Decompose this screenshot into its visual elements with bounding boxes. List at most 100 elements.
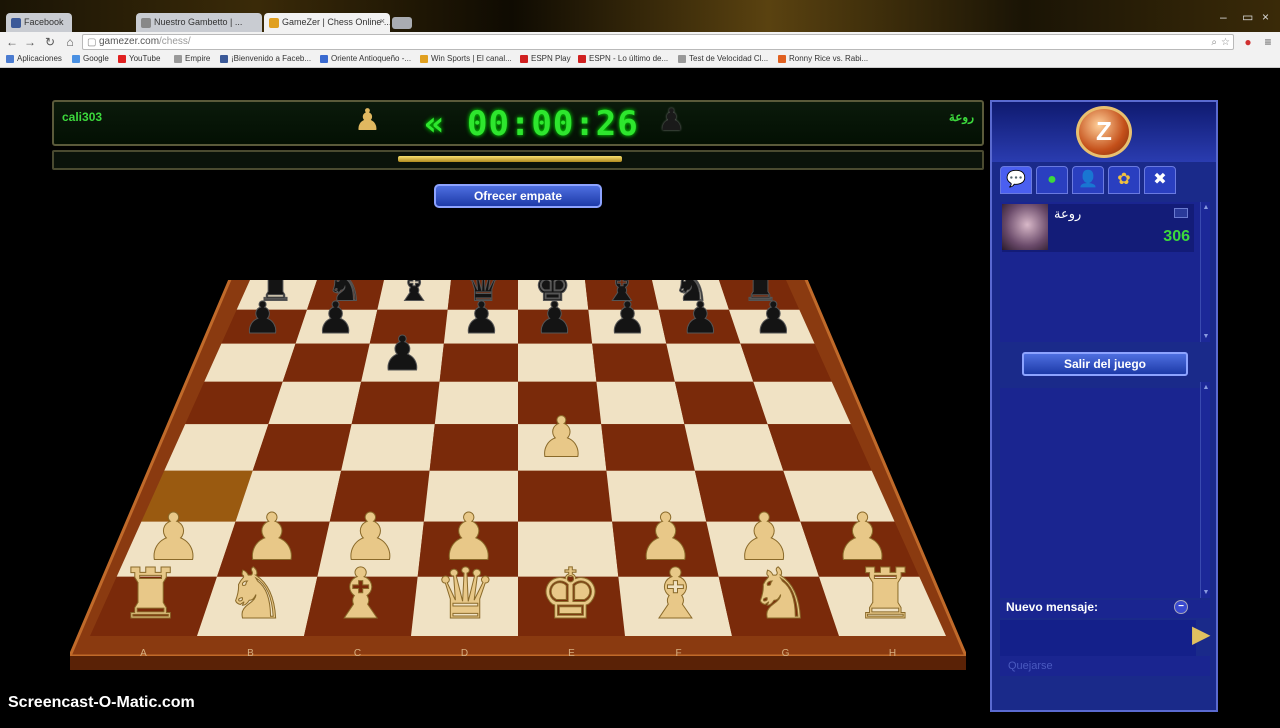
facebook-favicon-icon: [11, 18, 21, 28]
page-icon: [678, 55, 686, 63]
board-edge: [70, 656, 966, 670]
bookmark-item[interactable]: Aplicaciones: [6, 54, 62, 63]
menu-icon[interactable]: ≡: [1260, 35, 1276, 49]
tab-friends[interactable]: ✿: [1108, 166, 1140, 194]
offer-draw-button[interactable]: Ofrecer empate: [434, 184, 602, 208]
page-icon: [174, 55, 182, 63]
black-pawn-icon[interactable]: ♟: [461, 293, 501, 345]
bookmark-item[interactable]: ESPN Play: [520, 54, 571, 63]
scroll-up-icon[interactable]: ▲: [1201, 384, 1211, 391]
black-pawn-icon[interactable]: ♟: [315, 293, 355, 345]
white-bishop-icon[interactable]: ♝: [329, 552, 393, 635]
black-bishop-icon[interactable]: ♝: [395, 280, 433, 311]
bookmark-item[interactable]: ¡Bienvenido a Faceb...: [220, 54, 311, 63]
board-square[interactable]: [518, 470, 613, 522]
maximize-icon[interactable]: ▭: [1242, 10, 1253, 24]
opponent-card[interactable]: روعة 306: [1002, 204, 1194, 252]
tab-label: Nuestro Gambetto | ...: [154, 17, 243, 27]
white-queen-icon[interactable]: ♛: [434, 552, 498, 635]
player-list-scrollbar[interactable]: ▲ ▼: [1200, 202, 1210, 342]
white-bishop-icon[interactable]: ♝: [644, 552, 708, 635]
chat-scrollbar[interactable]: ▲ ▼: [1200, 382, 1210, 598]
bookmark-item[interactable]: ESPN - Lo último de...: [578, 54, 668, 63]
board-square[interactable]: [351, 381, 440, 425]
white-king-icon[interactable]: ♚: [539, 552, 603, 635]
new-message-label: Nuevo mensaje: −: [1000, 600, 1210, 618]
board-square[interactable]: [684, 424, 784, 471]
bookmark-item[interactable]: Test de Velocidad Cl...: [678, 54, 768, 63]
home-icon[interactable]: ⌂: [62, 35, 78, 49]
white-knight-icon[interactable]: ♞: [224, 552, 288, 635]
avatar: [1002, 204, 1048, 250]
scroll-down-icon[interactable]: ▼: [1201, 333, 1211, 340]
black-pawn-icon[interactable]: ♟: [607, 293, 647, 345]
browser-tab[interactable]: Facebook: [6, 13, 72, 32]
bookmark-star-icon[interactable]: ☆: [1221, 37, 1230, 48]
black-pawn-icon[interactable]: ♟: [380, 325, 424, 382]
page-icon: [320, 55, 328, 63]
board-square[interactable]: [268, 381, 362, 425]
watermark: Screencast-O-Matic.com: [8, 694, 195, 711]
white-knight-icon[interactable]: ♞: [748, 552, 812, 635]
board-square[interactable]: [596, 381, 685, 425]
board-square[interactable]: [601, 424, 695, 471]
white-pawn-icon: ♟: [354, 104, 381, 137]
side-panel: Z 💬 ● 👤 ✿ ✖ روعة 306 ▲ ▼ Salir del juego…: [990, 100, 1218, 712]
black-pawn-icon[interactable]: ♟: [534, 293, 574, 345]
bookmark-item[interactable]: YouTube: [118, 54, 160, 63]
scroll-up-icon[interactable]: ▲: [1201, 204, 1211, 211]
extension-icon[interactable]: ●: [1240, 35, 1256, 49]
search-icon[interactable]: ⌕: [1211, 37, 1217, 48]
white-rook-icon[interactable]: ♜: [119, 552, 183, 635]
tab-label: Facebook: [24, 17, 64, 27]
tab-chat[interactable]: 💬: [1000, 166, 1032, 194]
page-icon: [778, 55, 786, 63]
new-tab-button[interactable]: [392, 17, 412, 29]
address-bar[interactable]: ▢ gamezer.com/chess/ ⌕ ☆: [82, 34, 1234, 50]
bookmark-item[interactable]: Ronny Rice vs. Rabi...: [778, 54, 868, 63]
chess-board[interactable]: A B C D E F G H♜ ♞ ♝ ♛ ♚ ♝ ♞ ♜♟ ♟ ♟ ♟ ♟ ♟ ♟♟♟♟ ♟ ♟ ♟ ♟ ♟ ♟♜ ♞ ♝ ♛ ♚ ♝ ♞ ♜: [70, 280, 966, 728]
browser-toolbar: ← → ↻ ⌂ ▢ gamezer.com/chess/ ⌕ ☆ ● ≡: [0, 32, 1280, 52]
tab-online[interactable]: ●: [1036, 166, 1068, 194]
close-tab-icon[interactable]: ×: [380, 16, 385, 26]
black-pawn-icon[interactable]: ♟: [680, 293, 720, 345]
black-pawn-icon[interactable]: ♟: [242, 293, 282, 345]
leave-game-button[interactable]: Salir del juego: [1022, 352, 1188, 376]
board-square[interactable]: [434, 381, 518, 425]
flag-icon: [1174, 208, 1188, 218]
report-link[interactable]: Quejarse: [1000, 656, 1210, 676]
minimize-icon[interactable]: −: [1174, 600, 1188, 614]
scroll-down-icon[interactable]: ▼: [1201, 589, 1211, 596]
close-window-icon[interactable]: ×: [1262, 10, 1269, 24]
tab-settings[interactable]: ✖: [1144, 166, 1176, 194]
board-square[interactable]: [429, 424, 518, 471]
board-square[interactable]: [518, 343, 597, 382]
back-icon[interactable]: ←: [4, 35, 20, 49]
bookmark-item[interactable]: Empire: [174, 54, 210, 63]
bookmark-item[interactable]: Oriente Antioqueño -...: [320, 54, 411, 63]
timer-bar: cali303 ♟ « 00:00:26 ♟ روعة: [52, 100, 984, 146]
opponent-score: 306: [1163, 228, 1190, 245]
black-pawn-icon[interactable]: ♟: [753, 293, 793, 345]
file-label: H: [889, 648, 896, 659]
board-square[interactable]: [592, 343, 675, 382]
send-arrow-icon[interactable]: ▶: [1192, 620, 1210, 656]
minimize-icon[interactable]: –: [1220, 10, 1227, 24]
browser-tab-active[interactable]: GameZer | Chess Online ... ×: [264, 13, 390, 32]
board-square[interactable]: [674, 381, 768, 425]
reload-icon[interactable]: ↻: [42, 35, 58, 49]
browser-tab[interactable]: Nuestro Gambetto | ...: [136, 13, 262, 32]
board-square[interactable]: [252, 424, 352, 471]
bookmark-item[interactable]: Google: [72, 54, 109, 63]
white-rook-icon[interactable]: ♜: [853, 552, 917, 635]
forward-icon[interactable]: →: [22, 35, 38, 49]
white-pawn-icon[interactable]: ♟: [536, 405, 587, 471]
board-square[interactable]: [666, 343, 754, 382]
board-square[interactable]: [282, 343, 370, 382]
tab-player[interactable]: 👤: [1072, 166, 1104, 194]
game-clock: « 00:00:26: [424, 104, 639, 144]
bookmark-item[interactable]: Win Sports | El canal...: [420, 54, 512, 63]
board-square[interactable]: [439, 343, 518, 382]
board-square[interactable]: [341, 424, 435, 471]
youtube-icon: [118, 55, 126, 63]
